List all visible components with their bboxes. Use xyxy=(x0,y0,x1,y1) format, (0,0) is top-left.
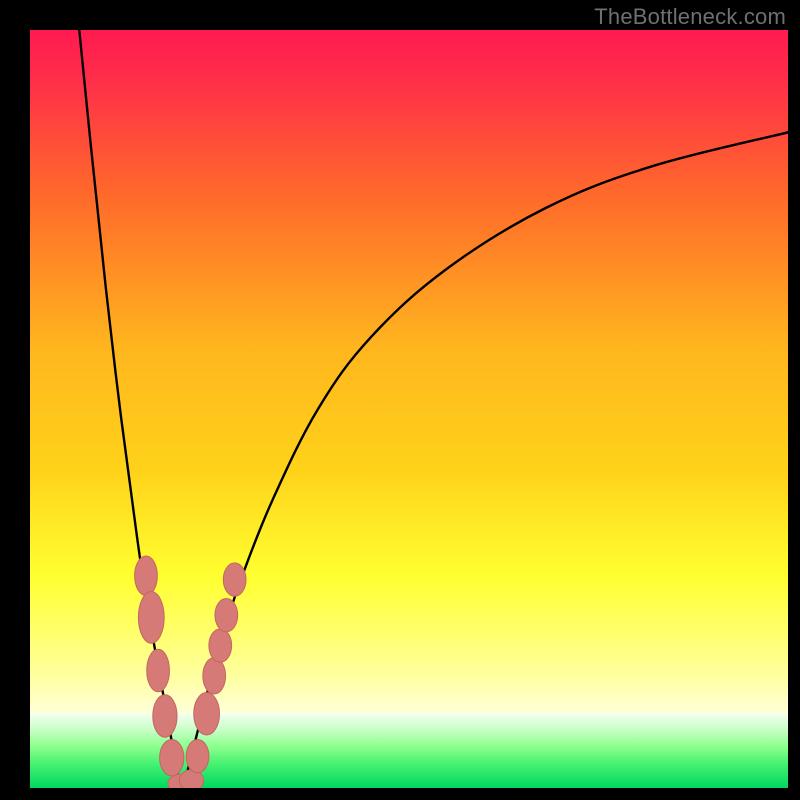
data-marker xyxy=(147,649,170,691)
data-marker xyxy=(223,563,246,596)
watermark-text: TheBottleneck.com xyxy=(594,4,786,30)
series-right-branch xyxy=(183,132,788,788)
data-marker xyxy=(153,695,177,737)
data-marker xyxy=(215,599,238,632)
data-marker xyxy=(203,658,226,694)
data-marker xyxy=(138,592,164,644)
data-marker xyxy=(160,739,184,775)
chart-frame: TheBottleneck.com xyxy=(0,0,800,800)
data-marker xyxy=(135,556,158,595)
data-marker xyxy=(194,693,220,735)
data-marker xyxy=(209,629,232,662)
bottleneck-curve xyxy=(30,30,788,788)
plot-area xyxy=(30,30,788,788)
data-marker xyxy=(186,739,209,772)
